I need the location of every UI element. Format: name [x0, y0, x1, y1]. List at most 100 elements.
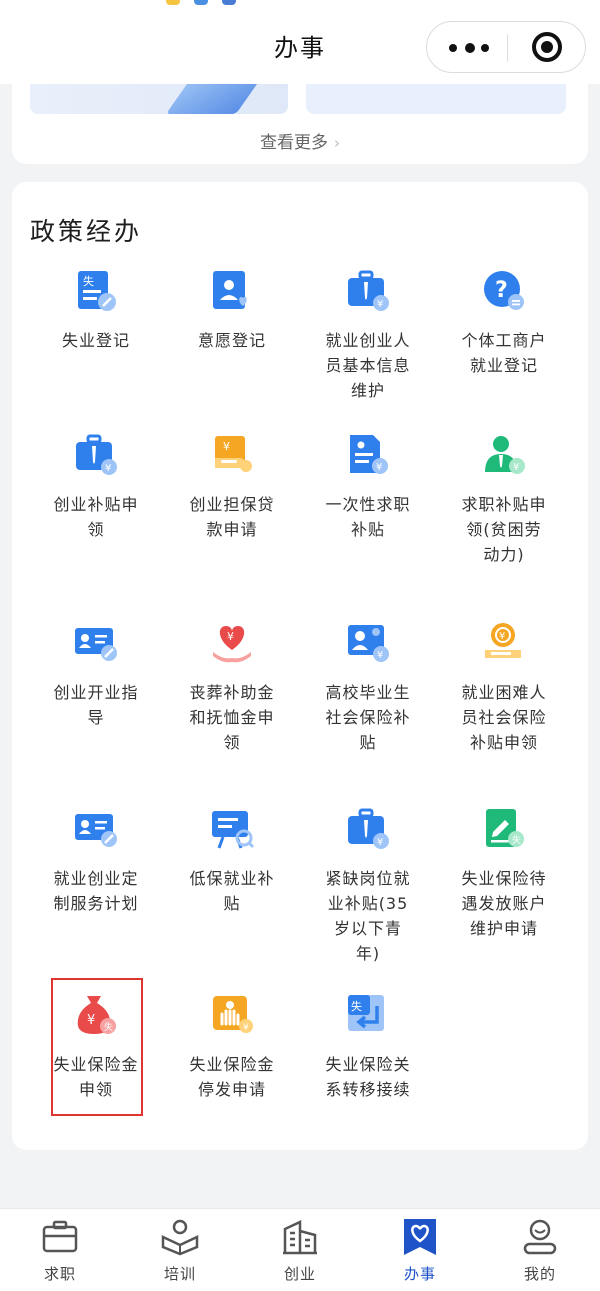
- grid-item-label: 丧葬补助金和抚恤金申领: [189, 683, 275, 752]
- tab-profile[interactable]: 我的: [480, 1217, 600, 1284]
- bottom-tab-bar: 求职 培训 创业 办事 我的: [0, 1208, 600, 1291]
- grid-item-label: 就业创业定制服务计划: [53, 869, 139, 913]
- target-close-icon: [532, 32, 562, 62]
- tab-label: 办事: [403, 1265, 436, 1283]
- grid-item-poverty-job-subsidy[interactable]: ¥ 求职补贴申领(贫困劳动力): [444, 432, 564, 567]
- grid-item-label: 个体工商户就业登记: [461, 331, 547, 375]
- grid-item-label: 失业保险关系转移接续: [325, 1055, 411, 1099]
- svg-text:¥: ¥: [376, 462, 382, 473]
- grid-item-low-income-subsidy[interactable]: 低保就业补贴: [172, 806, 292, 916]
- grid-item-label: 低保就业补贴: [189, 869, 275, 913]
- svg-text:¥: ¥: [377, 299, 383, 310]
- see-more-label: 查看更多: [260, 133, 328, 153]
- grid-item-shortage-job-subsidy[interactable]: ¥ 紧缺岗位就业补贴(35岁以下青年): [308, 806, 428, 966]
- grid-item-label: 就业创业人员基本信息维护: [325, 331, 411, 400]
- grid-item-one-time-job-subsidy[interactable]: ¥ 一次性求职补贴: [308, 432, 428, 542]
- grid-item-basic-info-maintenance[interactable]: ¥ 就业创业人员基本信息维护: [308, 268, 428, 403]
- building-icon: [283, 1220, 317, 1255]
- svg-text:¥: ¥: [377, 650, 383, 661]
- grid-item-label: 紧缺岗位就业补贴(35岁以下青年): [325, 869, 411, 963]
- policy-card: 政策经办 失 失业登记 意愿登记 ¥ 就业创业人员基本信息维护 ? 个体工商户就…: [12, 182, 588, 1150]
- see-more-link[interactable]: 查看更多 ›: [12, 128, 588, 153]
- svg-text:¥: ¥: [513, 462, 519, 473]
- grid-item-insurance-transfer[interactable]: 失 失业保险关系转移接续: [308, 992, 428, 1102]
- grid-item-unemployment-registration[interactable]: 失 失业登记: [36, 268, 156, 353]
- top-navbar: 办事: [0, 0, 600, 84]
- heart-hand-icon: ¥: [209, 620, 255, 666]
- grid-item-startup-guidance[interactable]: 创业开业指导: [36, 620, 156, 730]
- tab-startup[interactable]: 创业: [240, 1217, 360, 1284]
- grid-item-label: 就业困难人员社会保险补贴申领: [461, 683, 547, 752]
- svg-text:¥: ¥: [377, 837, 383, 848]
- grid-item-label: 求职补贴申领(贫困劳动力): [461, 495, 547, 564]
- grid-item-difficulty-insurance-subsidy[interactable]: ¥ 就业困难人员社会保险补贴申领: [444, 620, 564, 755]
- grid-item-label: 失业保险金停发申请: [189, 1055, 275, 1099]
- heart-badge-icon: [404, 1219, 436, 1255]
- presentation-icon: [209, 806, 255, 852]
- training-icon: [161, 1219, 199, 1256]
- tab-training[interactable]: 培训: [120, 1217, 240, 1284]
- chevron-right-icon: ›: [334, 134, 340, 152]
- intention-registration-icon: [209, 268, 255, 314]
- svg-text:¥: ¥: [223, 440, 230, 453]
- grid-item-benefit-account-maintenance[interactable]: 失 失业保险待遇发放账户维护申请: [444, 806, 564, 941]
- status-indicators: [166, 0, 246, 6]
- svg-text:失: 失: [512, 834, 521, 846]
- grid-item-custom-service-plan[interactable]: 就业创业定制服务计划: [36, 806, 156, 916]
- tab-label: 求职: [43, 1265, 76, 1283]
- banner-image[interactable]: [306, 84, 566, 114]
- grid-item-self-employed-registration[interactable]: ? 个体工商户就业登记: [444, 268, 564, 378]
- tab-job-search[interactable]: 求职: [0, 1217, 120, 1284]
- transfer-icon: 失: [345, 992, 391, 1038]
- svg-text:¥: ¥: [105, 463, 111, 474]
- grid-item-label: 失业保险待遇发放账户维护申请: [461, 869, 547, 938]
- grid-item-label: 创业担保贷款申请: [189, 495, 275, 539]
- grid-item-label: 高校毕业生社会保险补贴: [325, 683, 411, 752]
- loan-icon: ¥: [209, 432, 255, 478]
- id-card-edit-icon: [73, 806, 119, 852]
- unemployment-registration-icon: 失: [73, 268, 119, 314]
- service-card: 查看更多 ›: [12, 70, 588, 164]
- question-icon: ?: [481, 268, 527, 314]
- svg-text:¥: ¥: [499, 631, 505, 642]
- grid-item-label: 一次性求职补贴: [325, 495, 411, 539]
- briefcase-info-icon: ¥: [345, 268, 391, 314]
- document-yuan-icon: ¥: [345, 432, 391, 478]
- grid-item-label: 失业登记: [61, 331, 130, 350]
- svg-text:失: 失: [351, 1000, 362, 1013]
- svg-text:失: 失: [83, 275, 94, 288]
- briefcase-icon: [42, 1220, 78, 1253]
- svg-text:¥: ¥: [227, 630, 234, 643]
- graduate-card-icon: ¥: [345, 620, 391, 666]
- svg-text:¥: ¥: [243, 1023, 249, 1033]
- svg-text:?: ?: [495, 278, 508, 303]
- id-card-icon: [73, 620, 119, 666]
- grid-item-label: 创业补贴申领: [53, 495, 139, 539]
- banner-image[interactable]: [30, 84, 288, 114]
- grid-item-graduate-insurance-subsidy[interactable]: ¥ 高校毕业生社会保险补贴: [308, 620, 428, 755]
- tab-services[interactable]: 办事: [360, 1217, 480, 1284]
- tab-label: 我的: [523, 1265, 556, 1283]
- grid-item-label: 创业开业指导: [53, 683, 139, 727]
- more-button[interactable]: [427, 22, 507, 72]
- grid-item-startup-subsidy[interactable]: ¥ 创业补贴申领: [36, 432, 156, 542]
- tab-label: 创业: [283, 1265, 316, 1283]
- grid-item-intention-registration[interactable]: 意愿登记: [172, 268, 292, 353]
- selection-highlight: [51, 978, 143, 1116]
- person-subsidy-icon: ¥: [481, 432, 527, 478]
- briefcase-yuan-icon: ¥: [345, 806, 391, 852]
- more-dots-icon: [449, 43, 489, 53]
- section-title: 政策经办: [30, 217, 143, 246]
- close-button[interactable]: [508, 22, 586, 72]
- coin-stack-icon: ¥: [481, 620, 527, 666]
- tab-label: 培训: [163, 1265, 196, 1283]
- briefcase-subsidy-icon: ¥: [73, 432, 119, 478]
- grid-item-guarantee-loan[interactable]: ¥ 创业担保贷款申请: [172, 432, 292, 542]
- grid-item-funeral-subsidy[interactable]: ¥ 丧葬补助金和抚恤金申领: [172, 620, 292, 755]
- hand-stop-icon: ¥: [209, 992, 255, 1038]
- user-icon: [523, 1219, 557, 1255]
- grid-item-label: 意愿登记: [197, 331, 266, 350]
- edit-document-icon: 失: [481, 806, 527, 852]
- mini-program-capsule: [426, 21, 586, 73]
- grid-item-insurance-suspension[interactable]: ¥ 失业保险金停发申请: [172, 992, 292, 1102]
